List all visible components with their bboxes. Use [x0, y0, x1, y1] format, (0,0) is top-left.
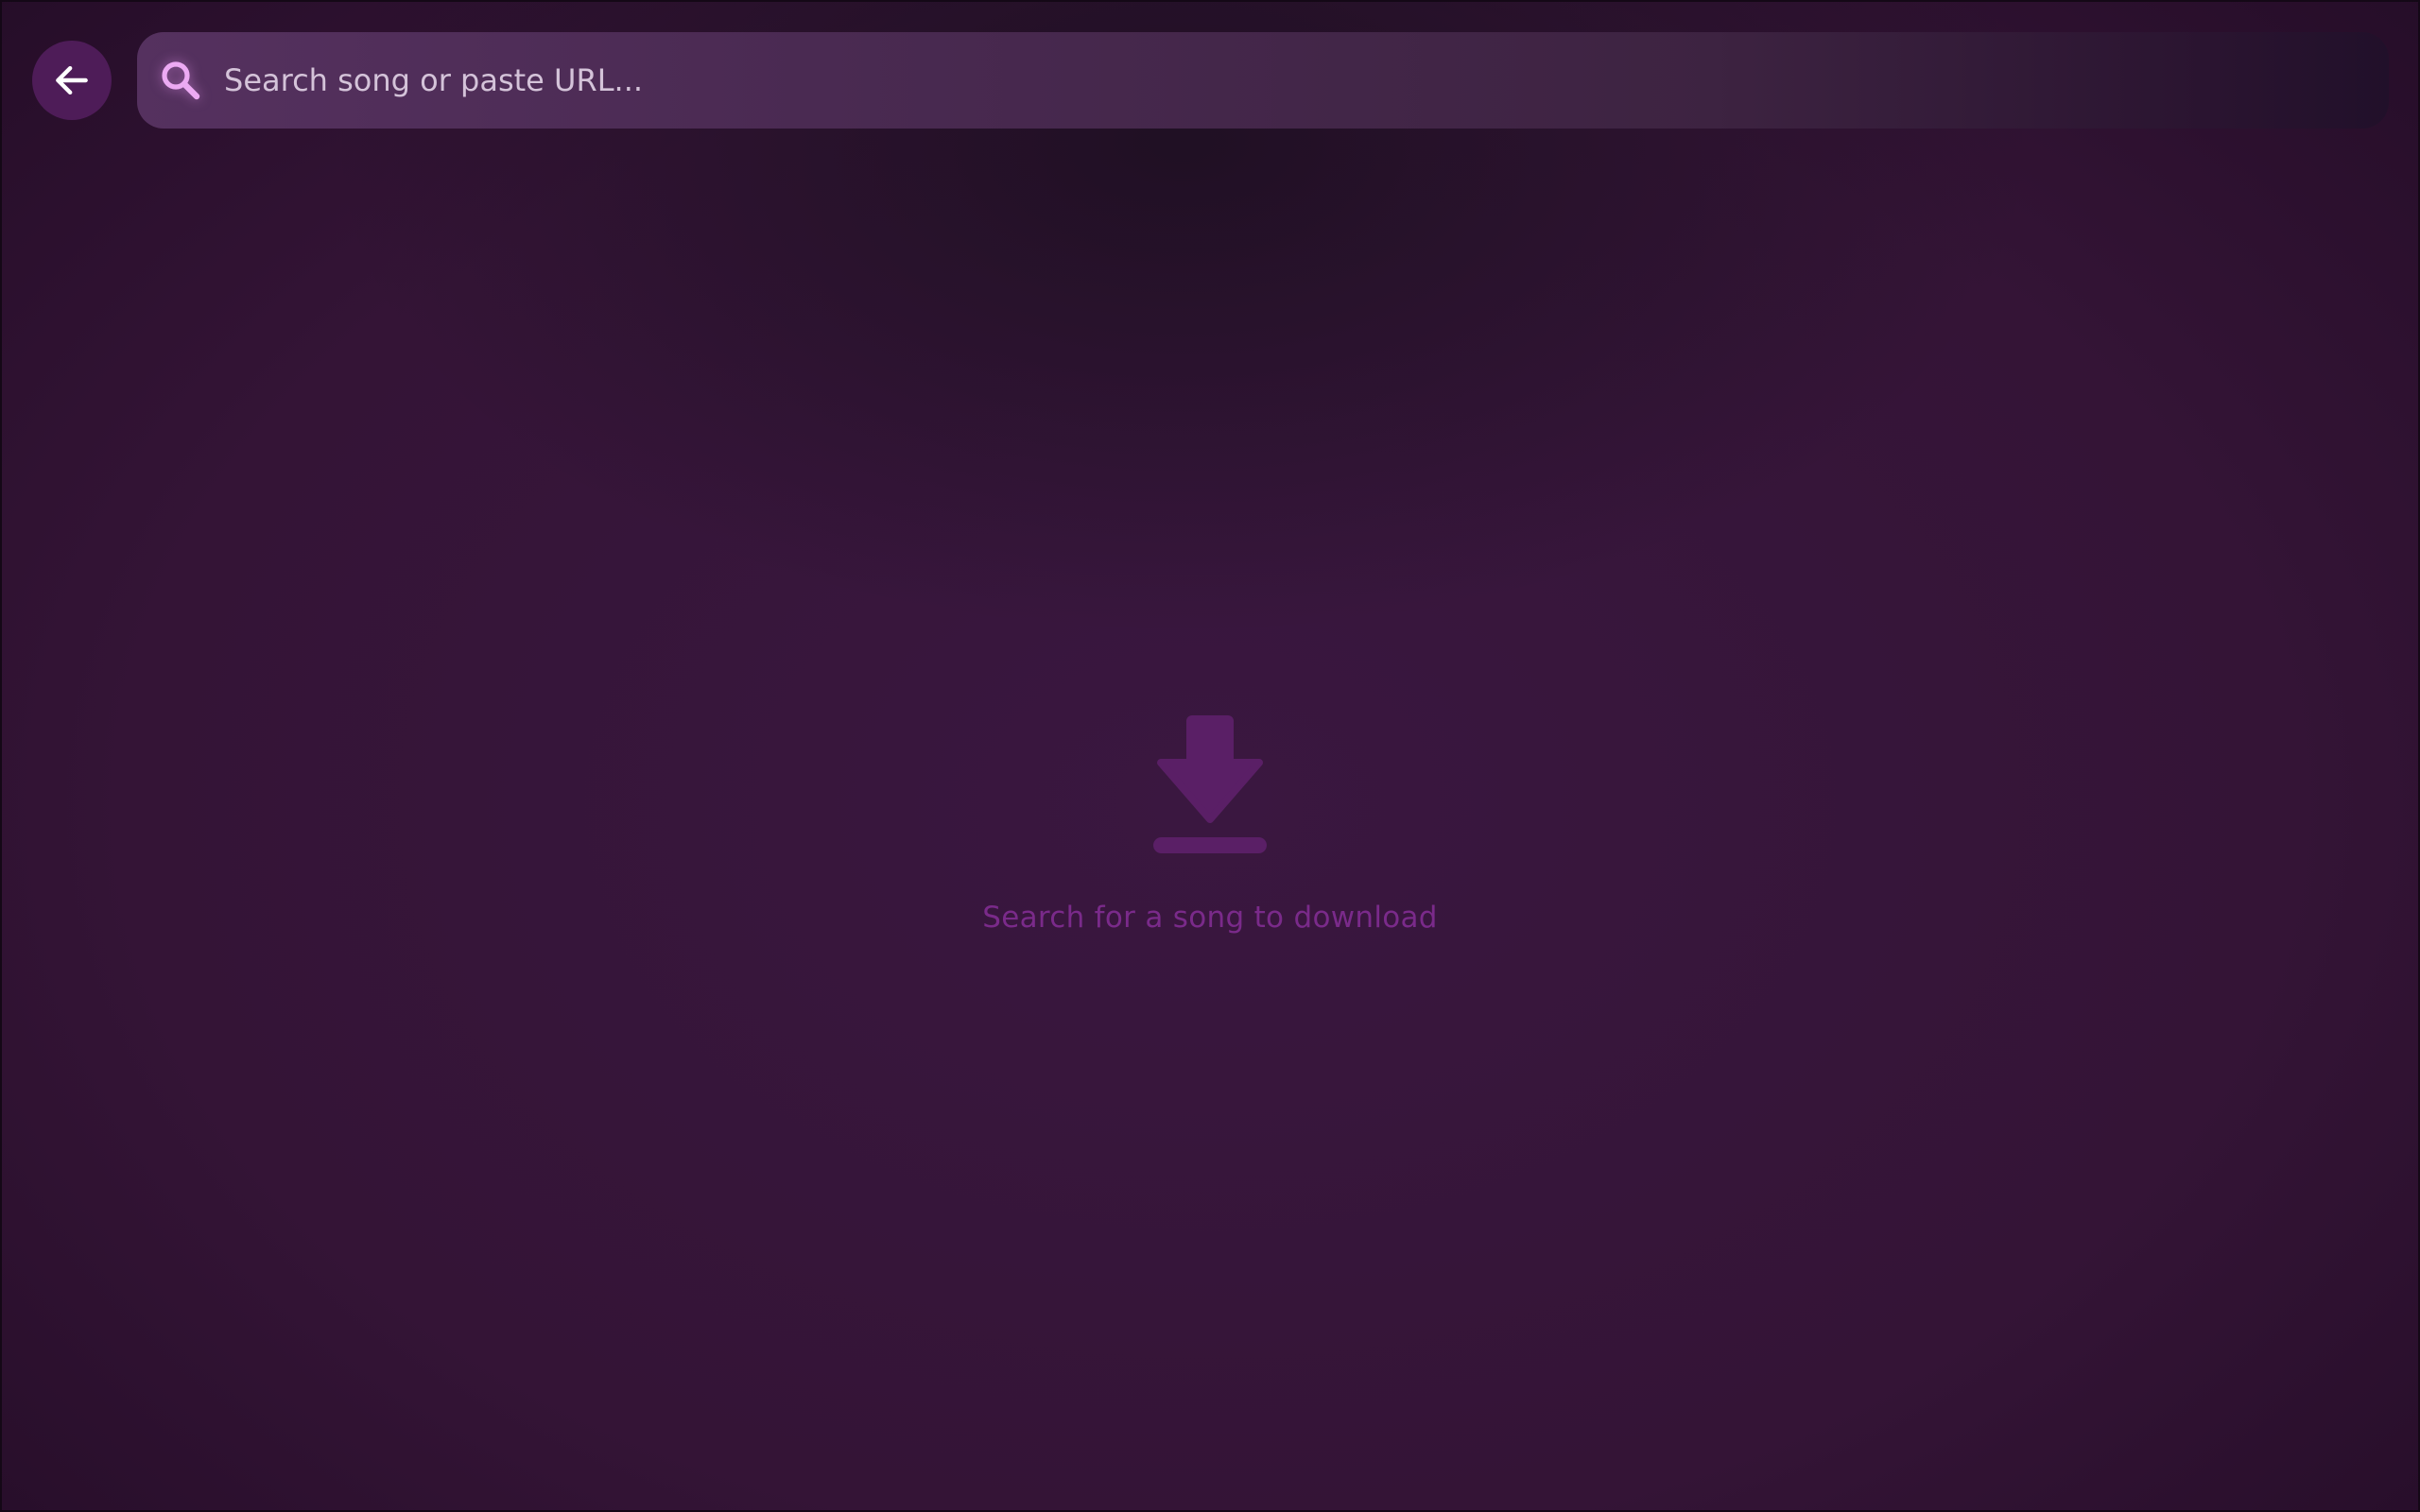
arrow-left-icon	[56, 65, 88, 95]
back-button[interactable]	[32, 41, 112, 120]
search-icon	[162, 61, 200, 100]
empty-state: Search for a song to download	[0, 713, 2420, 935]
search-bar[interactable]	[137, 32, 2389, 129]
search-input[interactable]	[224, 32, 2304, 129]
download-icon	[1153, 715, 1267, 853]
empty-state-message: Search for a song to download	[982, 901, 1438, 935]
